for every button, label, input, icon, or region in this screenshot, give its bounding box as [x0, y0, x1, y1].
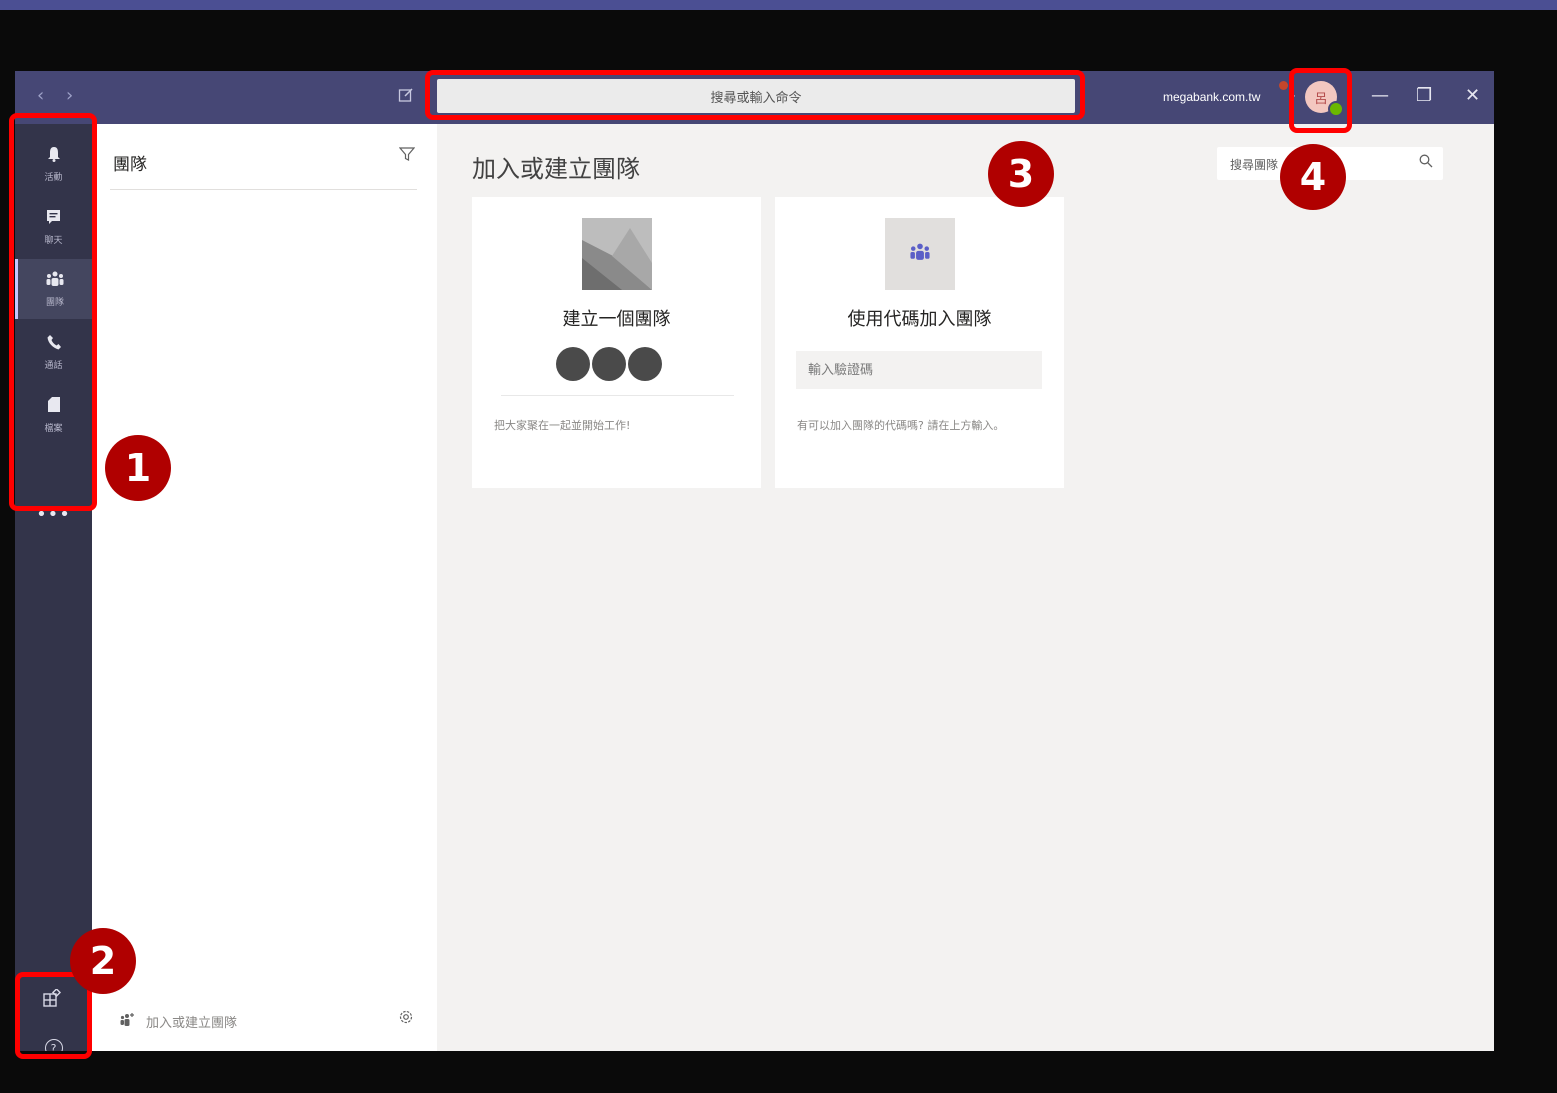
member-avatars [556, 347, 662, 381]
close-button[interactable]: ✕ [1465, 85, 1480, 106]
top-strip [0, 0, 1557, 10]
callout-badge-3: 3 [988, 141, 1054, 207]
member-avatar [592, 347, 626, 381]
highlight-command-search [425, 70, 1085, 120]
teams-window: ‹ › 搜尋或輸入命令 megabank.com.tw ⌄ 呂 — ❐ ✕ 活動 [15, 71, 1494, 1051]
join-code-input[interactable] [796, 351, 1042, 389]
teams-list-pane: 團隊 加入或建立團隊 [92, 124, 437, 1051]
minimize-button[interactable]: — [1371, 85, 1389, 106]
member-avatar [556, 347, 590, 381]
compose-icon[interactable] [398, 87, 416, 105]
create-team-card[interactable]: 建立一個團隊 把大家聚在一起並開始工作! [472, 197, 761, 488]
notification-dot [1279, 81, 1288, 90]
tenant-name[interactable]: megabank.com.tw [1163, 90, 1260, 104]
join-team-desc: 有可以加入團隊的代碼嗎? 請在上方輸入。 [797, 419, 1005, 432]
create-team-image [582, 218, 652, 290]
join-with-code-card: 使用代碼加入團隊 有可以加入團隊的代碼嗎? 請在上方輸入。 [775, 197, 1064, 488]
join-create-team-link[interactable]: 加入或建立團隊 [120, 1012, 237, 1031]
maximize-button[interactable]: ❐ [1416, 85, 1432, 106]
callout-badge-2: 2 [70, 928, 136, 994]
search-icon[interactable] [1419, 154, 1433, 172]
teams-add-icon [120, 1012, 136, 1031]
create-team-title: 建立一個團隊 [562, 309, 671, 330]
page-title: 加入或建立團隊 [472, 155, 640, 183]
list-title: 團隊 [113, 155, 147, 175]
create-team-desc: 把大家聚在一起並開始工作! [494, 419, 631, 432]
card-divider [501, 395, 734, 396]
join-team-image [885, 218, 955, 290]
forward-arrow-icon[interactable]: › [66, 85, 73, 106]
join-create-label: 加入或建立團隊 [146, 1016, 238, 1031]
gear-icon[interactable] [398, 1009, 414, 1029]
team-search-placeholder: 搜尋團隊 [1230, 158, 1279, 172]
join-team-title: 使用代碼加入團隊 [847, 309, 992, 330]
callout-badge-1: 1 [105, 435, 171, 501]
member-avatar [628, 347, 662, 381]
highlight-avatar [1289, 68, 1352, 133]
teams-icon [909, 243, 931, 265]
back-arrow-icon[interactable]: ‹ [37, 85, 44, 106]
list-divider [110, 189, 417, 190]
filter-icon[interactable] [398, 146, 416, 167]
highlight-app-rail [9, 113, 97, 511]
callout-badge-4: 4 [1280, 144, 1346, 210]
